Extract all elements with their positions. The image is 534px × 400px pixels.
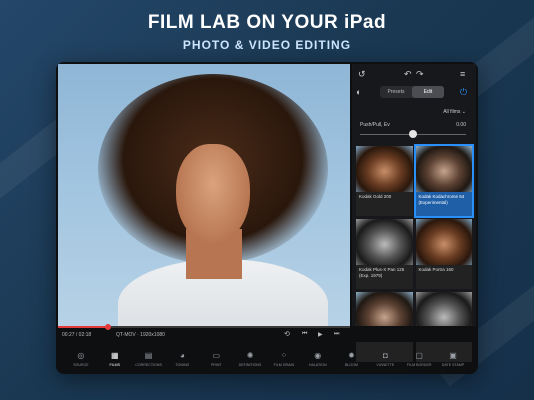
toolbar-film-border[interactable]: ▢ FILM BORDER — [403, 351, 435, 367]
skip-forward-icon[interactable]: ⏭ — [334, 331, 339, 338]
toolbar-label: TONING — [175, 363, 190, 367]
toolbar-label: FILM BORDER — [406, 363, 432, 367]
thumbnail-image — [415, 146, 472, 192]
vignette-icon: ◘ — [382, 351, 388, 360]
toolbar-date-stamp[interactable]: ▣ DATE STAMP — [437, 351, 469, 367]
toolbar-label: SOURCE — [73, 363, 89, 367]
toolbar-bloom[interactable]: ✹ BLOOM — [336, 351, 368, 367]
segment-edit[interactable]: Edit — [412, 86, 444, 98]
push-pull-label: Push/Pull, Ev — [360, 122, 390, 128]
playback-progress-track[interactable] — [58, 324, 350, 330]
definitions-icon: ✺ — [246, 351, 254, 360]
toolbar-film-grain[interactable]: ⁘ FILM GRAIN — [268, 351, 300, 367]
toolbar-source[interactable]: ◎ SOURCE — [65, 351, 97, 367]
thumbnail-label: Kodak Kodachrome 64 (Experimental) — [418, 194, 465, 205]
grain-icon: ⁘ — [280, 351, 288, 360]
toning-icon: ◕ — [179, 351, 185, 360]
thumbnail-label: Kodak Gold 200 — [359, 194, 392, 199]
ipad-app-window: ↺ ↶ ↷ ≡ ◐ Presets Edit ⏻ All films ⌄ Pus… — [56, 62, 478, 374]
corrections-icon: ▤ — [144, 351, 153, 360]
edit-toolbar: ◎ SOURCE ▦ FILMS ▤ CORRECTIONS ◕ TONING ▭ PRINT ✺ D… — [56, 344, 478, 374]
toolbar-films[interactable]: ▦ FILMS — [99, 351, 131, 367]
power-icon[interactable]: ⏻ — [460, 87, 467, 97]
toolbar-label: VIGNETTE — [376, 363, 395, 367]
film-thumbnail-selected[interactable]: Kodak Kodachrome 64 (Experimental) — [413, 144, 474, 218]
film-thumbnail-grid: Kodak Gold 200 Kodak Kodachrome 64 (Expe… — [356, 144, 474, 362]
film-filter-dropdown[interactable]: All films ⌄ — [443, 109, 466, 115]
sliders-icon[interactable]: ≡ — [460, 69, 465, 79]
skip-back-icon[interactable]: ⏮ — [302, 331, 307, 338]
segment-presets[interactable]: Presets — [380, 86, 412, 98]
toolbar-label: DATE STAMP — [441, 363, 465, 367]
thumbnail-image — [356, 219, 413, 265]
toolbar-print[interactable]: ▭ PRINT — [200, 351, 232, 367]
films-icon: ▦ — [110, 351, 119, 360]
toolbar-label: BLOOM — [345, 363, 359, 367]
toolbar-toning[interactable]: ◕ TONING — [166, 351, 198, 367]
toolbar-halation[interactable]: ◉ HALATION — [302, 351, 334, 367]
photo-preview[interactable] — [58, 64, 350, 326]
photo-face — [176, 144, 250, 244]
toolbar-label: CORRECTIONS — [135, 363, 162, 367]
undo-icon[interactable]: ↶ — [404, 69, 412, 79]
toolbar-vignette[interactable]: ◘ VIGNETTE — [369, 351, 401, 367]
film-thumbnail[interactable]: Kodak Plus-X Pan 125 (Exp. 1979) — [356, 219, 413, 289]
film-thumbnail[interactable]: Kodak Gold 200 — [356, 146, 413, 216]
redo-icon[interactable]: ↷ — [416, 69, 424, 79]
toolbar-label: FILMS — [109, 363, 121, 367]
compare-icon[interactable]: ◐ — [356, 87, 361, 97]
toolbar-label: DEFINITIONS — [238, 363, 262, 367]
date-stamp-icon: ▣ — [449, 351, 457, 360]
headline: FILM LAB ON YOUR iPad — [147, 12, 387, 33]
video-format: QT-MOV · 1920x1080 — [116, 332, 165, 338]
push-pull-value: 0.00 — [456, 122, 466, 128]
toolbar-label: FILM GRAIN — [273, 363, 295, 367]
play-icon[interactable]: ▶ — [318, 331, 323, 338]
thumbnail-image — [356, 146, 413, 192]
push-pull-slider-knob[interactable] — [409, 130, 417, 138]
thumbnail-image — [415, 219, 472, 265]
reset-icon[interactable]: ↺ — [358, 69, 366, 79]
film-thumbnail[interactable]: Kodak Portra 160 — [415, 219, 472, 289]
border-icon: ▢ — [415, 351, 423, 360]
print-icon: ▭ — [212, 351, 220, 360]
video-timeline: 00:27 / 02:18 QT-MOV · 1920x1080 ⟲ ⏮ ▶ ⏭ — [58, 324, 476, 342]
thumbnail-label: Kodak Portra 160 — [418, 267, 454, 272]
aperture-icon: ◎ — [77, 351, 85, 360]
thumbnail-label: Kodak Plus-X Pan 125 (Exp. 1979) — [359, 267, 405, 278]
playback-time: 00:27 / 02:18 — [62, 332, 92, 338]
playback-progress-fill — [58, 326, 108, 328]
loop-icon[interactable]: ⟲ — [284, 330, 290, 338]
playback-scrubber[interactable] — [104, 324, 111, 330]
toolbar-definitions[interactable]: ✺ DEFINITIONS — [234, 351, 266, 367]
halation-icon: ◉ — [314, 351, 322, 360]
toolbar-label: HALATION — [308, 363, 327, 367]
bloom-icon: ✹ — [348, 351, 355, 360]
toolbar-label: PRINT — [210, 363, 222, 367]
toolbar-corrections[interactable]: ▤ CORRECTIONS — [133, 351, 165, 367]
presets-edit-toggle[interactable]: Presets Edit — [380, 86, 444, 98]
subheadline: PHOTO & VIDEO EDITING — [182, 38, 352, 52]
edit-panel: ↺ ↶ ↷ ≡ ◐ Presets Edit ⏻ All films ⌄ Pus… — [352, 64, 476, 362]
